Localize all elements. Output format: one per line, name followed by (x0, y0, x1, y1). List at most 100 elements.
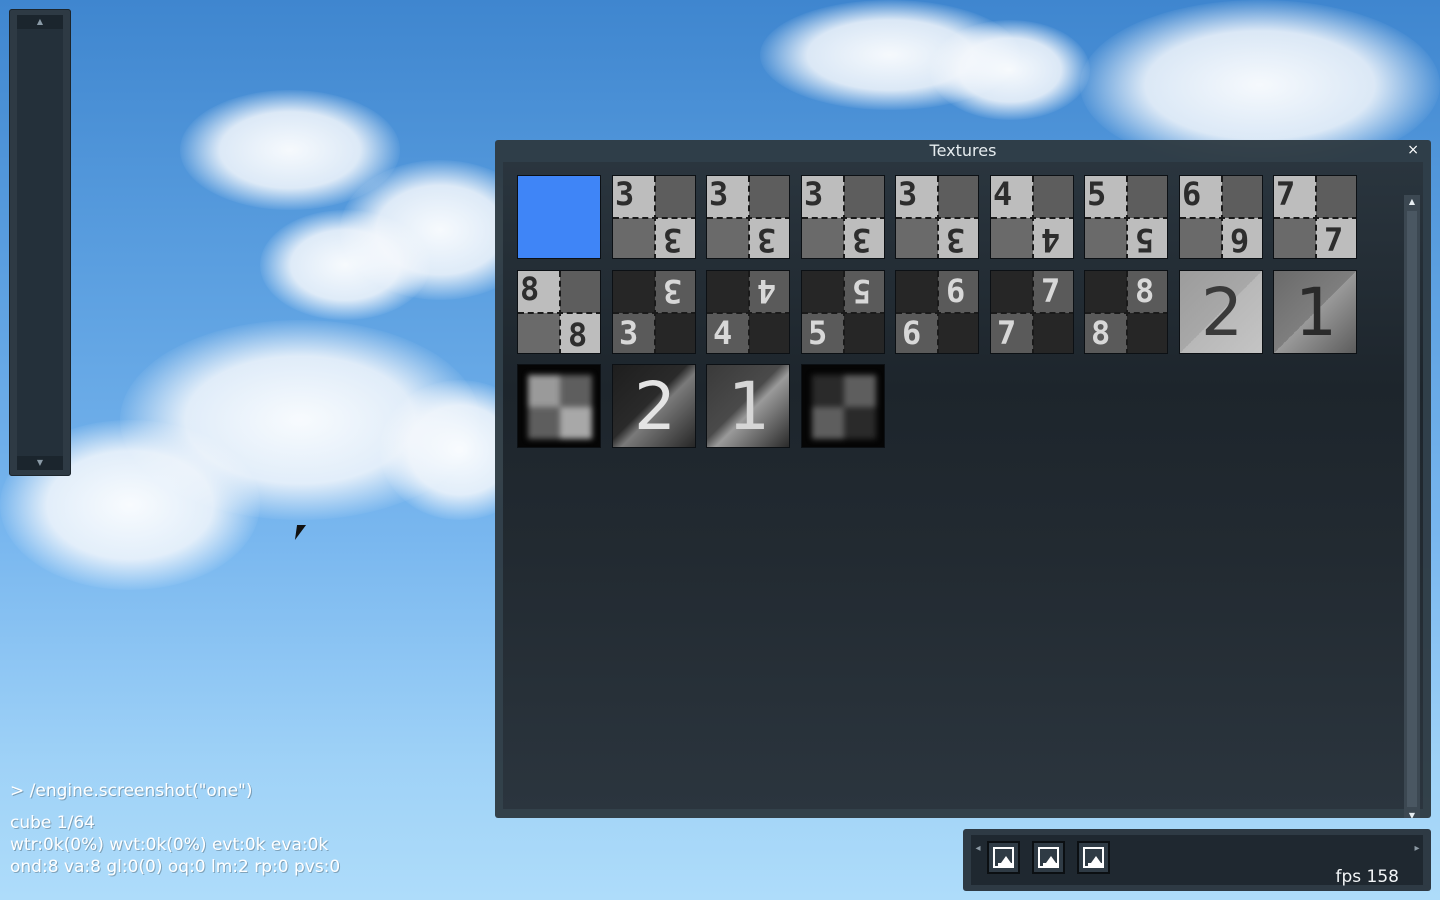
texture-quad (844, 313, 884, 353)
texture-label: 8 (520, 270, 540, 308)
texture-quad (896, 271, 938, 313)
console-stat-line-3: ond:8 va:8 gl:0(0) oq:0 lm:2 rp:0 pvs:0 (10, 857, 341, 877)
texture-grid-line (654, 176, 656, 258)
texture-quad (1316, 176, 1356, 218)
texture-quad (802, 271, 844, 313)
texture-label: 4 (993, 175, 1013, 213)
toolbar-prev-icon[interactable]: ◂ (973, 843, 983, 854)
editor-mode-icon (993, 847, 1014, 868)
toolbar-next-icon[interactable]: ▸ (1412, 843, 1422, 854)
texture-slot[interactable]: 2 (612, 364, 696, 448)
toolbar-button-3[interactable] (1077, 841, 1110, 874)
texture-label: 3 (619, 314, 639, 352)
texture-quad (655, 176, 695, 218)
texture-slot[interactable]: 66 (895, 270, 979, 354)
texture-label: 8 (568, 316, 588, 354)
texture-label: 8 (1091, 314, 1111, 352)
texture-label: 5 (1087, 175, 1107, 213)
texture-quad (1274, 218, 1316, 258)
editor-mode-icon (1083, 847, 1104, 868)
texture-grid-line (1032, 271, 1034, 353)
texture-slot[interactable]: 2 (1179, 270, 1263, 354)
texture-label: 7 (1041, 272, 1061, 310)
texture-slot[interactable]: 1 (1273, 270, 1357, 354)
texture-slot[interactable]: 33 (801, 175, 885, 259)
texture-quad (802, 218, 844, 258)
texture-label: 3 (946, 221, 966, 259)
texture-slot[interactable]: 33 (612, 270, 696, 354)
blurred-texture-preview (812, 375, 876, 439)
texture-slot[interactable]: 77 (1273, 175, 1357, 259)
scroll-down-icon[interactable]: ▼ (17, 456, 63, 470)
texture-label: 4 (713, 314, 733, 352)
texture-grid-line (937, 271, 939, 353)
texture-slot[interactable] (517, 175, 601, 259)
texture-slot[interactable]: 44 (990, 175, 1074, 259)
texture-label: 3 (757, 221, 777, 259)
scroll-up-icon[interactable]: ▲ (17, 15, 63, 29)
texture-grid-line (748, 176, 750, 258)
texture-slot[interactable] (801, 364, 885, 448)
texture-slot[interactable]: 33 (612, 175, 696, 259)
texture-label: 8 (1135, 272, 1155, 310)
texture-label: 4 (1041, 221, 1061, 259)
texture-quad (707, 271, 749, 313)
side-scroll-track[interactable] (17, 15, 63, 470)
texture-quad (749, 313, 789, 353)
texture-slot[interactable]: 66 (1179, 175, 1263, 259)
texture-slot[interactable]: 55 (801, 270, 885, 354)
texture-label: 2 (634, 368, 676, 445)
texture-grid-line (654, 271, 656, 353)
texture-label: 1 (728, 368, 770, 445)
side-scroll-panel: ▲ ▼ (9, 9, 71, 476)
texture-grid-line (1221, 176, 1223, 258)
texture-grid-line (937, 176, 939, 258)
texture-label: 6 (946, 272, 966, 310)
texture-label: 6 (1182, 175, 1202, 213)
texture-grid-line (1126, 176, 1128, 258)
texture-slot[interactable]: 77 (990, 270, 1074, 354)
texture-label: 7 (1276, 175, 1296, 213)
editor-toolbar: ◂ ▸ fps 158 (963, 829, 1431, 891)
texture-scrollbar[interactable]: ▲ ▼ (1404, 195, 1420, 818)
texture-grid-line (748, 271, 750, 353)
scroll-down-icon[interactable]: ▼ (1404, 809, 1420, 818)
toolbar-button-1[interactable] (987, 841, 1020, 874)
texture-label: 1 (1295, 274, 1337, 351)
texture-label: 5 (808, 314, 828, 352)
texture-label: 4 (757, 272, 777, 310)
console-stat-line-1: cube 1/64 (10, 813, 95, 833)
toolbar-button-2[interactable] (1032, 841, 1065, 874)
console-stat-line-2: wtr:0k(0%) wvt:0k(0%) evt:0k eva:0k (10, 835, 329, 855)
texture-slot[interactable]: 88 (1084, 270, 1168, 354)
console-command: > /engine.screenshot("one") (10, 781, 253, 801)
texture-quad (518, 313, 560, 353)
texture-label: 7 (997, 314, 1017, 352)
mouse-cursor-icon (294, 525, 307, 540)
texture-quad (991, 271, 1033, 313)
texture-quad (707, 218, 749, 258)
fps-counter: fps 158 (1335, 867, 1399, 887)
texture-slot[interactable]: 33 (706, 175, 790, 259)
texture-label: 3 (804, 175, 824, 213)
texture-quad (1180, 218, 1222, 258)
texture-slot[interactable]: 44 (706, 270, 790, 354)
texture-slot[interactable]: 55 (1084, 175, 1168, 259)
texture-grid-line (1126, 271, 1128, 353)
window-title: Textures (929, 141, 997, 160)
texture-label: 7 (1324, 221, 1344, 259)
texture-quad (1085, 218, 1127, 258)
texture-slot[interactable]: 1 (706, 364, 790, 448)
texture-grid-line (843, 271, 845, 353)
close-icon[interactable]: × (1407, 142, 1419, 158)
scroll-up-icon[interactable]: ▲ (1404, 195, 1420, 209)
texture-slot[interactable]: 33 (895, 175, 979, 259)
texture-slot[interactable]: 88 (517, 270, 601, 354)
texture-quad (1127, 176, 1167, 218)
texture-label: 3 (898, 175, 918, 213)
texture-quad (1222, 176, 1262, 218)
texture-label: 3 (663, 221, 683, 259)
texture-label: 6 (902, 314, 922, 352)
scrollbar-thumb[interactable] (1407, 211, 1417, 807)
texture-slot[interactable] (517, 364, 601, 448)
